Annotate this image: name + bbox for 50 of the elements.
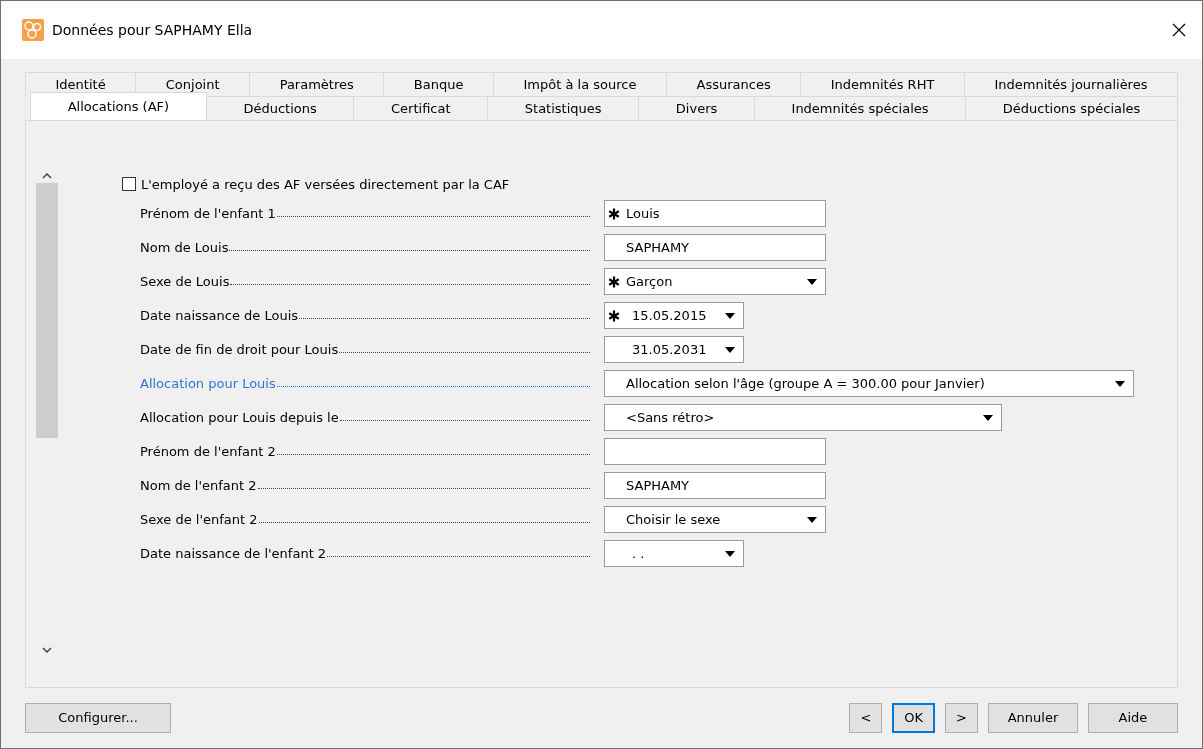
checkbox[interactable] xyxy=(122,177,136,191)
field-label: Prénom de l'enfant 2 xyxy=(140,444,590,459)
dropdown-caret-icon xyxy=(725,312,735,319)
dialog-button[interactable]: < xyxy=(849,702,883,733)
dropdown-caret-icon xyxy=(983,414,993,421)
input-field[interactable]: SAPHAMY xyxy=(604,472,826,499)
required-asterisk-icon xyxy=(608,207,620,220)
field-label: Nom de Louis xyxy=(140,240,590,255)
tab[interactable]: Indemnités journalières xyxy=(963,72,1178,96)
date-picker[interactable]: 15.05.2015 xyxy=(604,302,744,329)
dropdown-field[interactable]: Allocation selon l'âge (groupe A = 300.00 pour Janvier) xyxy=(604,370,1134,397)
dropdown-field[interactable]: Garçon xyxy=(604,268,826,295)
tab[interactable]: Déductions spéciales xyxy=(965,96,1179,120)
field-label: Date naissance de Louis xyxy=(140,308,590,323)
configure-button[interactable]: Configurer... xyxy=(25,702,171,733)
field-label: Nom de l'enfant 2 xyxy=(140,478,590,493)
dropdown-field[interactable]: <Sans rétro> xyxy=(604,404,1002,431)
scrollbar[interactable] xyxy=(36,173,58,653)
dialog-button[interactable]: OK xyxy=(892,702,936,733)
dropdown-field[interactable]: Choisir le sexe xyxy=(604,506,826,533)
field-label: Sexe de Louis xyxy=(140,274,590,289)
dialog-button[interactable]: Annuler xyxy=(988,702,1078,733)
scroll-up-icon[interactable] xyxy=(42,173,52,179)
close-icon xyxy=(1172,23,1186,37)
window-title: Données pour SAPHAMY Ella xyxy=(52,22,254,38)
field-label: Allocation pour Louis xyxy=(140,376,590,391)
input-field[interactable]: Louis xyxy=(604,200,826,227)
required-asterisk-icon xyxy=(608,275,620,288)
dropdown-caret-icon xyxy=(1115,380,1125,387)
dropdown-caret-icon xyxy=(807,278,817,285)
dialog-button[interactable]: Aide xyxy=(1088,702,1178,733)
required-asterisk-icon xyxy=(608,309,620,322)
dropdown-caret-icon xyxy=(725,550,735,557)
input-field[interactable]: SAPHAMY xyxy=(604,234,826,261)
dialog-button[interactable]: > xyxy=(945,702,978,733)
scroll-down-icon[interactable] xyxy=(42,647,52,653)
date-picker[interactable]: 31.05.2031 xyxy=(604,336,744,363)
scrollbar-thumb[interactable] xyxy=(36,183,58,438)
field-label: Date naissance de l'enfant 2 xyxy=(140,546,590,561)
dropdown-caret-icon xyxy=(725,346,735,353)
date-picker[interactable]: . . xyxy=(604,540,744,567)
app-logo-icon xyxy=(22,19,44,41)
field-label: Sexe de l'enfant 2 xyxy=(140,512,590,527)
tab[interactable]: Allocations (AF) xyxy=(30,92,207,120)
field-label: Allocation pour Louis depuis le xyxy=(140,410,590,425)
dropdown-caret-icon xyxy=(807,516,817,523)
field-label: Date de fin de droit pour Louis xyxy=(140,342,590,357)
input-field[interactable] xyxy=(604,438,826,465)
field-label: Prénom de l'enfant 1 xyxy=(140,206,590,221)
checkbox-label: L'employé a reçu des AF versées directement par la CAF xyxy=(141,176,510,192)
